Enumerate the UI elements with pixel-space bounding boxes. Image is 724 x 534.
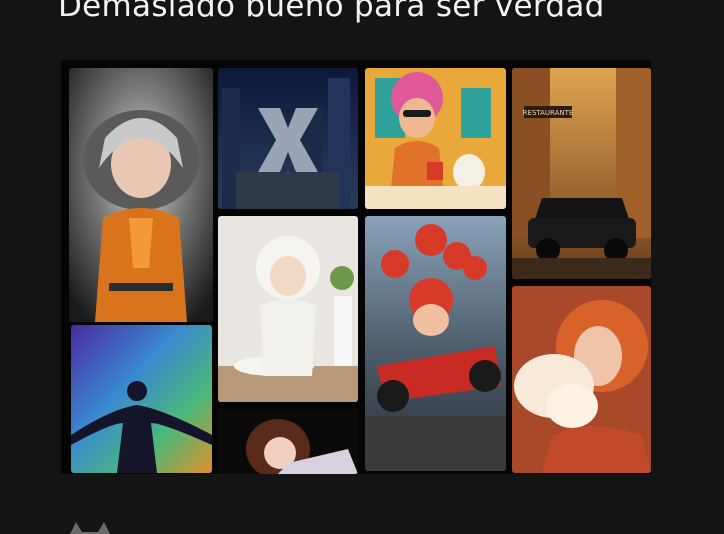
restaurant-sign-text: RESTAURANTE [523, 109, 574, 117]
gallery-image-aurora-silhouette[interactable] [71, 325, 212, 473]
gallery-image-anime-girl[interactable] [218, 409, 358, 474]
post-title: Demasiado bueno para ser verdad [58, 0, 605, 24]
gallery-image-armored-girl[interactable] [69, 68, 213, 322]
gallery-image-baby-costume[interactable] [218, 216, 358, 402]
post-page: Demasiado bueno para ser verdad RESTAURA… [0, 0, 724, 534]
gallery-image-cartoon-cafe[interactable] [365, 68, 506, 209]
gallery-image-x-logo-city[interactable] [218, 68, 358, 209]
gallery-image-red-hair-portrait[interactable] [512, 286, 651, 473]
cat-avatar-icon[interactable] [62, 520, 118, 534]
image-collage[interactable]: RESTAURANTE [61, 60, 651, 474]
gallery-image-vintage-car-street[interactable]: RESTAURANTE [512, 68, 651, 279]
gallery-image-kart-racer[interactable] [365, 216, 506, 471]
